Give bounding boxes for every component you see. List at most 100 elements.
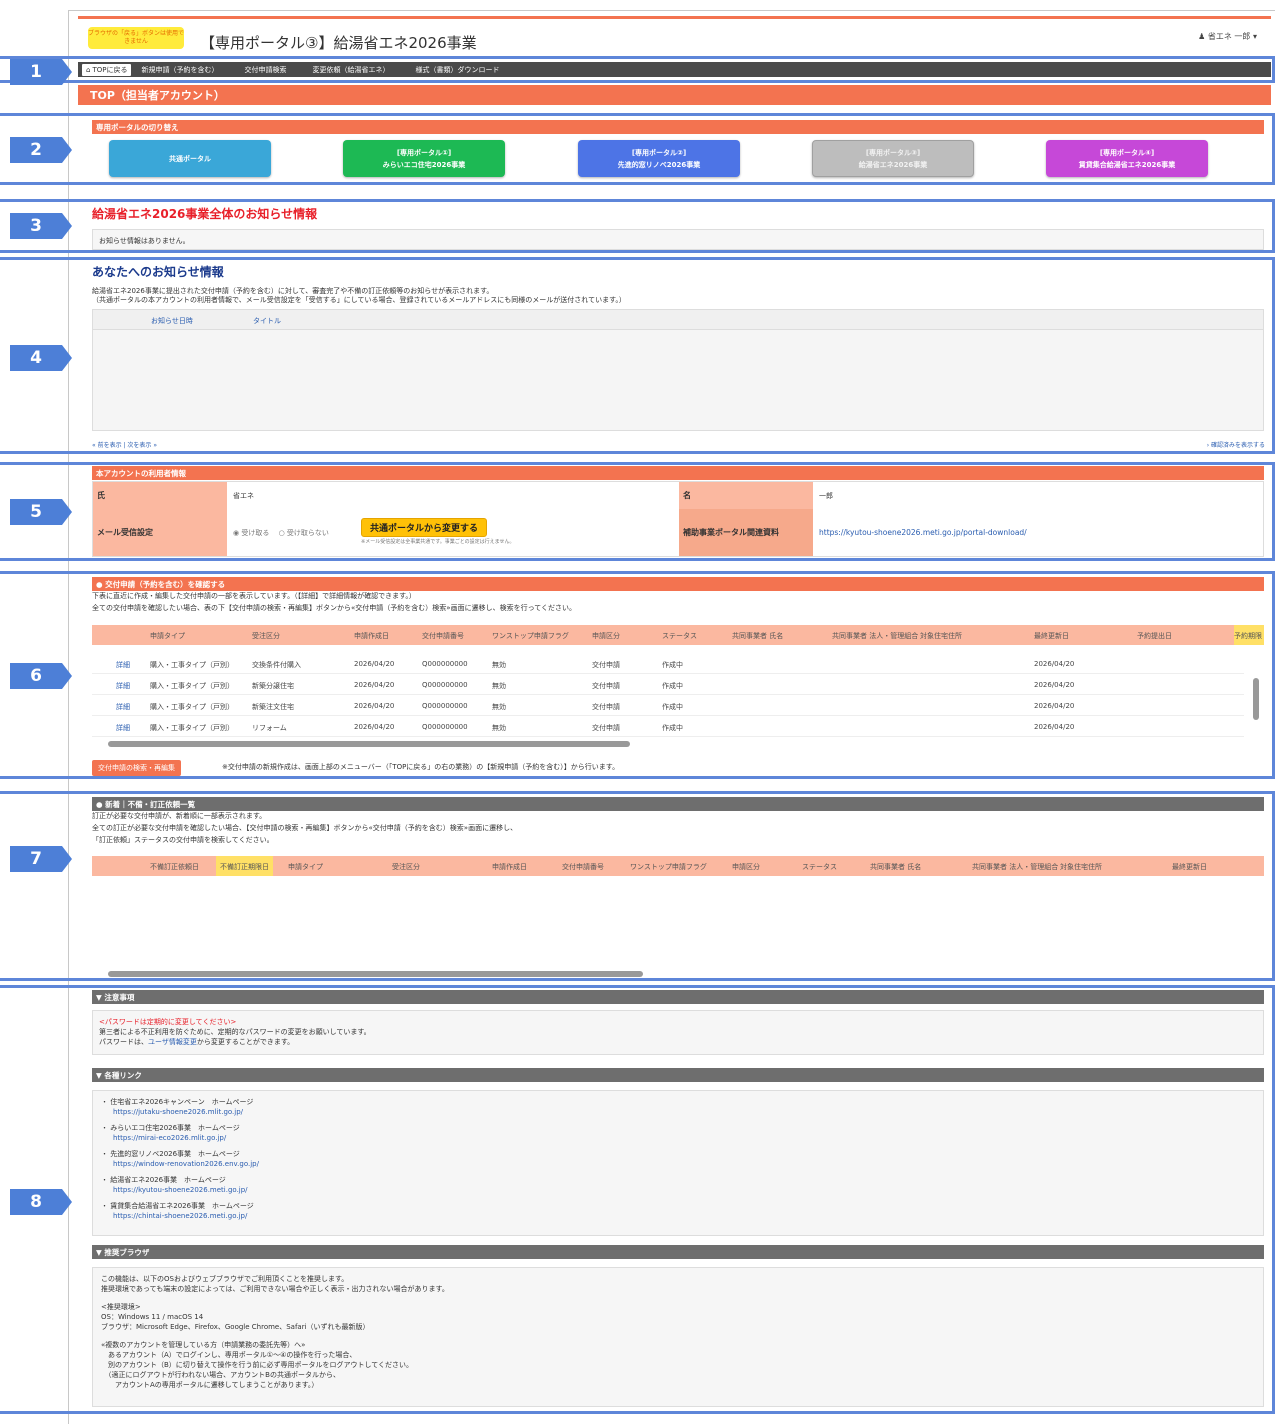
detail-link[interactable]: 詳細: [116, 723, 130, 733]
col-partner-name[interactable]: 共同事業者 氏名: [732, 631, 783, 641]
col-kind[interactable]: 申請区分: [592, 631, 620, 641]
col-flag[interactable]: ワンストップ申請フラグ: [492, 631, 569, 641]
col-type[interactable]: 申請タイプ: [150, 631, 185, 641]
col-order[interactable]: 受注区分: [392, 862, 420, 872]
detail-link[interactable]: 詳細: [116, 660, 130, 670]
show-confirmed-link[interactable]: › 確認済みを表示する: [1207, 441, 1265, 450]
caution-box: <パスワードは定期的に変更してください> 第三者による不正利用を防ぐために、定期…: [92, 1010, 1264, 1055]
col-type[interactable]: 申請タイプ: [288, 862, 323, 872]
row-type: 購入・工事タイプ（戸別）: [150, 724, 234, 732]
vertical-scrollbar[interactable]: [1253, 678, 1259, 720]
detail-link[interactable]: 詳細: [116, 681, 130, 691]
col-address[interactable]: 対象住宅住所: [1060, 862, 1102, 872]
col-status[interactable]: ステータス: [802, 862, 837, 872]
col-flag[interactable]: ワンストップ申請フラグ: [630, 862, 707, 872]
nav-form-download[interactable]: 様式（書類）ダウンロード: [415, 65, 499, 75]
applications-heading: ● 交付申請（予約を含む）を確認する: [92, 577, 1264, 591]
col-updated[interactable]: 最終更新日: [1172, 862, 1207, 872]
portal-button-line2: 共通ポータル: [169, 154, 211, 163]
docs-link[interactable]: https://kyutou-shoene2026.meti.go.jp/por…: [819, 528, 1027, 537]
row-number: Q000000000: [422, 681, 468, 689]
col-notice-title[interactable]: タイトル: [253, 316, 281, 326]
callout-badge-2: 2: [10, 137, 72, 163]
nav-home-label: TOPに戻る: [92, 65, 128, 74]
row-kind: 交付申請: [592, 703, 620, 711]
nav-new-application[interactable]: 新規申請（予約を含む）: [141, 65, 218, 75]
first-name-value: 一郎: [819, 492, 833, 500]
row-kind: 交付申請: [592, 682, 620, 690]
home-icon: ⌂: [86, 65, 91, 74]
browser-line: OS：Windows 11 / macOS 14: [101, 1313, 204, 1321]
application-search-button[interactable]: 交付申請の検索・再編集: [92, 760, 181, 776]
row-order: 新築注文住宅: [252, 703, 294, 711]
portal-button-common[interactable]: 共通ポータル: [109, 140, 271, 177]
col-partner-name[interactable]: 共同事業者 氏名: [870, 862, 921, 872]
col-reserve-date[interactable]: 予約提出日: [1137, 631, 1172, 641]
row-status: 作成中: [662, 724, 683, 732]
horizontal-scrollbar[interactable]: [108, 971, 643, 977]
link-url[interactable]: https://kyutou-shoene2026.meti.go.jp/: [113, 1186, 248, 1194]
page-title: TOP（担当者アカウント）: [78, 85, 1271, 105]
col-number[interactable]: 交付申請番号: [562, 862, 604, 872]
col-status[interactable]: ステータス: [662, 631, 697, 641]
row-created: 2026/04/20: [354, 660, 395, 668]
col-kind[interactable]: 申請区分: [732, 862, 760, 872]
col-address[interactable]: 対象住宅住所: [920, 631, 962, 641]
col-notice-date[interactable]: お知らせ日時: [151, 316, 193, 326]
col-updated[interactable]: 最終更新日: [1034, 631, 1069, 641]
mail-setting-label: メール受信設定: [93, 509, 227, 556]
row-flag: 無効: [492, 682, 506, 690]
browser-line: «複数のアカウントを管理している方（申請業務の委託先等）へ»: [101, 1341, 306, 1349]
change-from-common-portal-button[interactable]: 共通ポータルから変更する: [361, 518, 488, 537]
horizontal-scrollbar[interactable]: [108, 741, 630, 747]
notice-you-table: お知らせ日時 タイトル: [92, 309, 1264, 431]
nav-application-search[interactable]: 交付申請検索: [244, 65, 286, 75]
col-created[interactable]: 申請作成日: [354, 631, 389, 641]
portal-button-line2: みらいエコ住宅2026事業: [382, 160, 466, 169]
row-kind: 交付申請: [592, 661, 620, 669]
radio-not-receive[interactable]: ○: [272, 529, 287, 537]
applications-note: ※交付申請の新規作成は、画面上部のメニューバー（「TOPに戻る」の右の業務）の【…: [222, 763, 620, 771]
link-item: ・ 給湯省エネ2026事業 ホームページ https://kyutou-shoen…: [101, 1176, 248, 1194]
row-status: 作成中: [662, 661, 683, 669]
link-url[interactable]: https://mirai-eco2026.mlit.go.jp/: [113, 1134, 226, 1142]
row-created: 2026/04/20: [354, 702, 395, 710]
notice-you-table-header: お知らせ日時 タイトル: [93, 310, 1263, 330]
callout-badge-7: 7: [10, 846, 72, 872]
col-order[interactable]: 受注区分: [252, 631, 280, 641]
portal-button-line2: 給湯省エネ2026事業: [858, 160, 928, 169]
portal-button-1[interactable]: [専用ポータル①] みらいエコ住宅2026事業: [343, 140, 505, 177]
link-url[interactable]: https://chintai-shoene2026.meti.go.jp/: [113, 1212, 247, 1220]
col-request-date[interactable]: 不備訂正依頼日: [150, 862, 199, 872]
header-accent-bar: [78, 16, 1271, 19]
links-heading: ▼ 各種リンク: [92, 1068, 1264, 1082]
link-name: 給湯省エネ2026事業 ホームページ: [110, 1176, 226, 1184]
col-partner-corp[interactable]: 共同事業者 法人・管理組合: [972, 862, 1058, 872]
portal-button-3[interactable]: [専用ポータル③] 給湯省エネ2026事業: [812, 140, 974, 177]
portal-button-4[interactable]: [専用ポータル④] 賃貸集合給湯省エネ2026事業: [1046, 140, 1208, 177]
user-info-change-link[interactable]: ユーザ情報変更: [148, 1038, 197, 1046]
browser-line: <推奨環境>: [101, 1303, 141, 1311]
link-url[interactable]: https://jutaku-shoene2026.mlit.go.jp/: [113, 1108, 243, 1116]
link-name: みらいエコ住宅2026事業 ホームページ: [110, 1124, 240, 1132]
col-number[interactable]: 交付申請番号: [422, 631, 464, 641]
detail-link[interactable]: 詳細: [116, 702, 130, 712]
row-created: 2026/04/20: [354, 681, 395, 689]
col-deadline[interactable]: 不備訂正期限日: [216, 856, 273, 876]
col-reserve-limit[interactable]: 予約期限: [1234, 625, 1264, 645]
link-url[interactable]: https://window-renovation2026.env.go.jp/: [113, 1160, 259, 1168]
nav-change-request[interactable]: 変更依頼（給湯省エネ）: [312, 65, 389, 75]
col-partner-corp[interactable]: 共同事業者 法人・管理組合: [832, 631, 918, 641]
link-item: ・ 先進的窓リノベ2026事業 ホームページ https://window-ren…: [101, 1150, 259, 1168]
link-item: ・ 賃貸集合給湯省エネ2026事業 ホームページ https://chintai-…: [101, 1202, 254, 1220]
caution-password-title: <パスワードは定期的に変更してください>: [99, 1018, 237, 1026]
row-updated: 2026/04/20: [1034, 702, 1075, 710]
row-status: 作成中: [662, 703, 683, 711]
col-created[interactable]: 申請作成日: [492, 862, 527, 872]
mail-radio-group: ◉ 受け取る ○ 受け取らない: [233, 528, 329, 538]
link-item: ・ みらいエコ住宅2026事業 ホームページ https://mirai-eco2…: [101, 1124, 240, 1142]
user-menu[interactable]: ♟ 省エネ 一郎 ▾: [1198, 31, 1257, 42]
nav-home[interactable]: ⌂ TOPに戻る: [82, 63, 132, 76]
portal-button-2[interactable]: [専用ポータル②] 先進的窓リノベ2026事業: [578, 140, 740, 177]
notice-pager[interactable]: « 前を表示 | 次を表示 »: [92, 441, 157, 450]
